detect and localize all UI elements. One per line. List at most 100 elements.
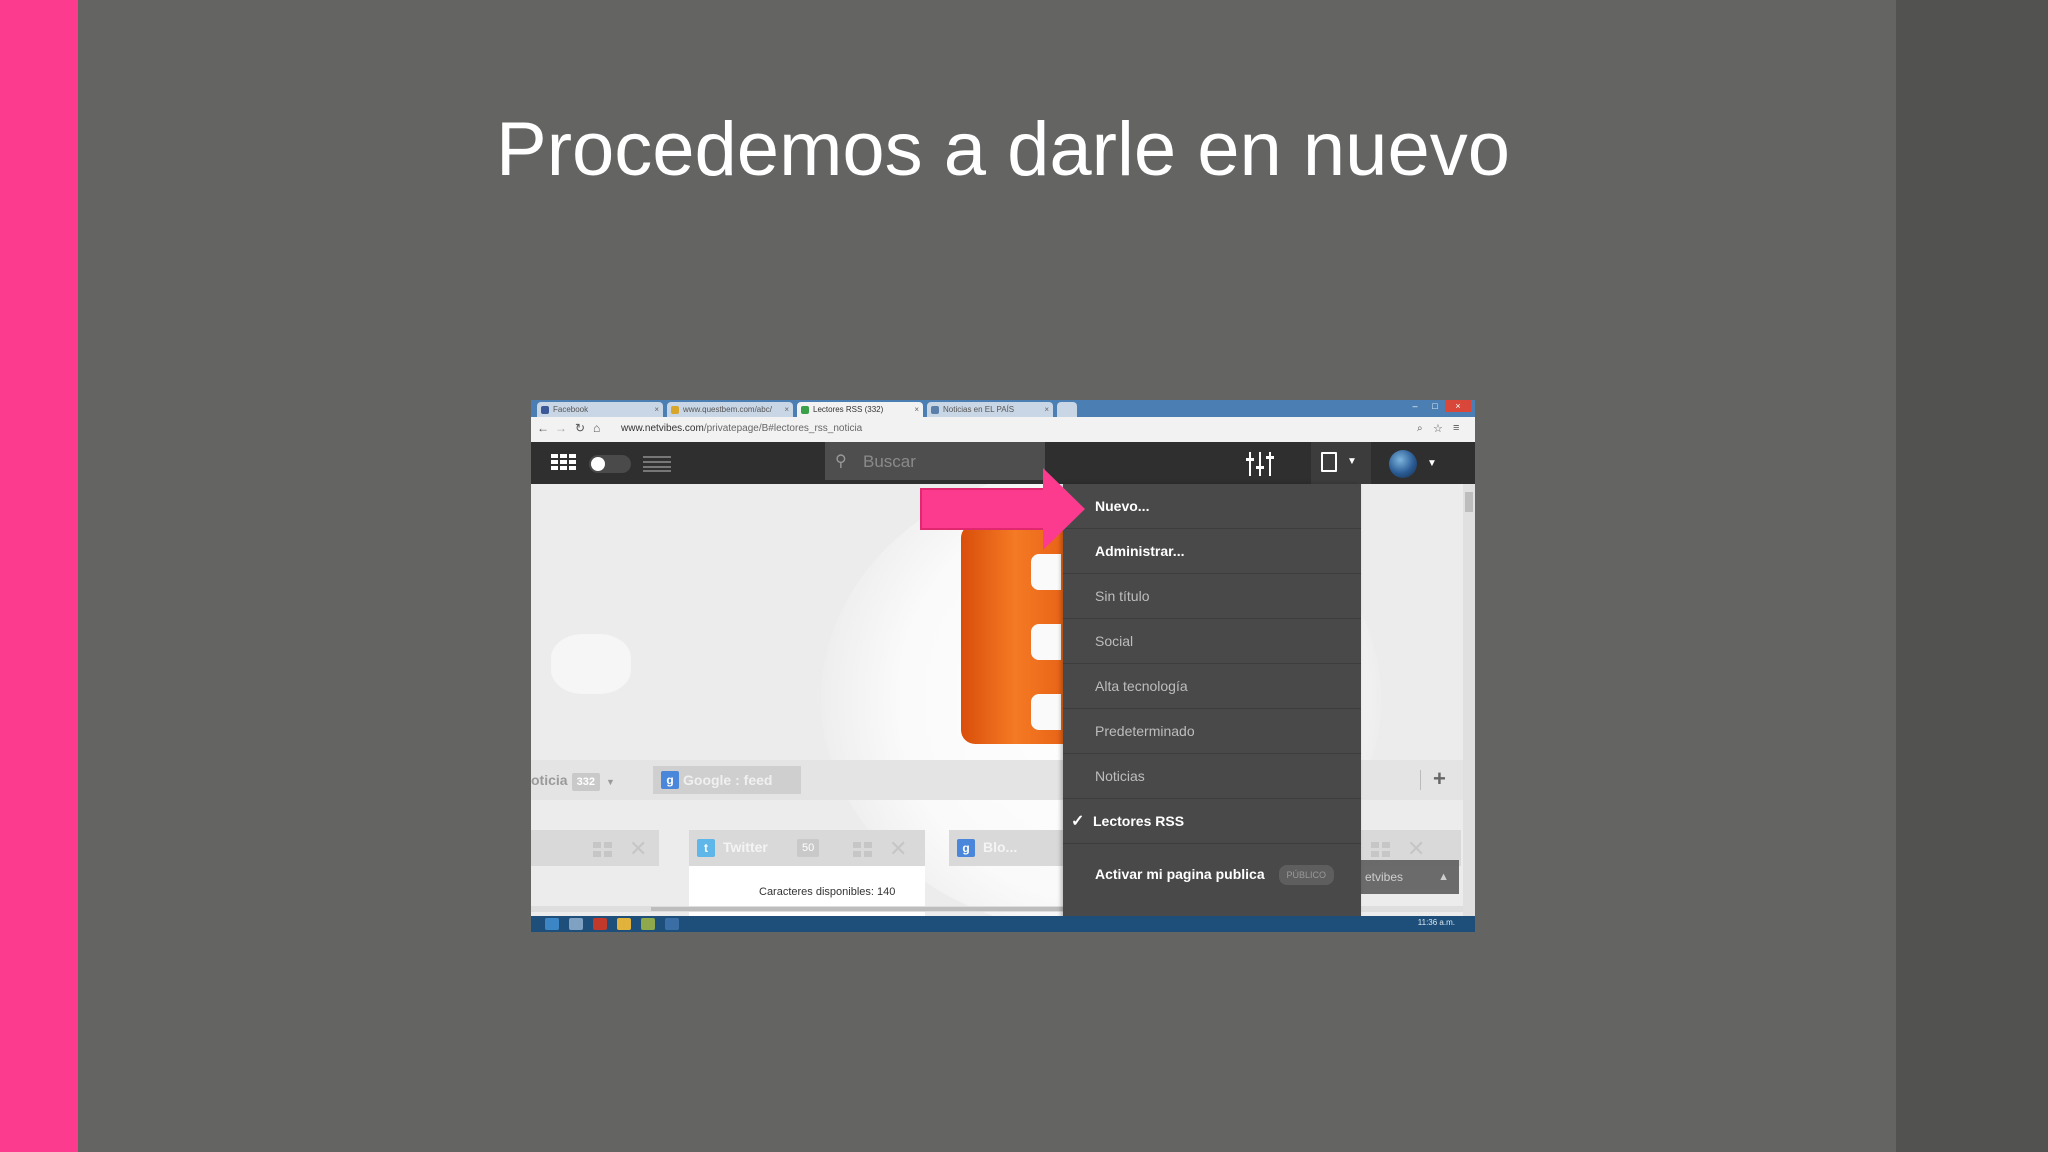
- menu-item-label: Lectores RSS: [1093, 813, 1185, 829]
- browser-tab-strip: Facebook × www.questbem.com/abc/ × Lecto…: [531, 400, 1475, 417]
- menu-item-nuevo[interactable]: Nuevo...: [1063, 484, 1361, 529]
- netvibes-chip[interactable]: etvibes ▲: [1355, 860, 1459, 894]
- pink-accent-bar: [0, 0, 78, 1152]
- twitter-icon: t: [697, 839, 715, 857]
- tab-label: oticia: [531, 772, 568, 788]
- browser-tab-label: Lectores RSS (332): [813, 405, 884, 414]
- address-bar-row: ← → ↻ ⌂ www.netvibes.com/privatepage/B#l…: [531, 417, 1475, 443]
- embedded-screenshot: Facebook × www.questbem.com/abc/ × Lecto…: [531, 400, 1475, 932]
- menu-item-noticias[interactable]: Noticias: [1063, 754, 1361, 799]
- settings-sliders-icon[interactable]: [1246, 452, 1274, 476]
- add-tab-button[interactable]: +: [1433, 766, 1446, 792]
- search-icon: ⚲: [835, 453, 847, 470]
- menu-item-alta-tecnologia[interactable]: Alta tecnología: [1063, 664, 1361, 709]
- g-icon: g: [661, 771, 679, 789]
- tab-google-feed[interactable]: g Google : feed: [653, 766, 801, 794]
- netvibes-chip-label: etvibes: [1365, 870, 1404, 884]
- page-dropdown-menu: Nuevo... Administrar... Sin título Socia…: [1063, 484, 1361, 920]
- avatar[interactable]: [1389, 450, 1417, 478]
- browser-tab-label: www.questbem.com/abc/: [683, 405, 772, 414]
- chevron-down-icon: ▼: [1347, 456, 1357, 467]
- app-icon[interactable]: [665, 918, 679, 930]
- site-favicon-icon: [671, 406, 679, 414]
- slide: Procedemos a darle en nuevo Facebook × w…: [0, 0, 2048, 1152]
- divider: [1420, 770, 1421, 790]
- bookmark-star-icon[interactable]: ☆: [1433, 422, 1443, 435]
- browser-menu-icon[interactable]: ≡: [1453, 422, 1459, 434]
- menu-item-predeterminado[interactable]: Predeterminado: [1063, 709, 1361, 754]
- browser-tab-el-pais[interactable]: Noticias en EL PAÍS ×: [927, 402, 1053, 417]
- close-icon[interactable]: ×: [1044, 402, 1049, 417]
- close-icon[interactable]: ×: [654, 402, 659, 417]
- browser-tab-questbem[interactable]: www.questbem.com/abc/ ×: [667, 402, 793, 417]
- browser-tab-facebook[interactable]: Facebook ×: [537, 402, 663, 417]
- logo-notch: [1031, 554, 1061, 590]
- menu-item-social[interactable]: Social: [1063, 619, 1361, 664]
- home-icon[interactable]: ⌂: [593, 421, 600, 435]
- unread-count-badge: 332: [571, 773, 600, 791]
- back-arrow-icon[interactable]: ←: [537, 421, 549, 435]
- minimize-icon[interactable]: –: [1405, 400, 1425, 412]
- app-icon[interactable]: [641, 918, 655, 930]
- forward-arrow-icon[interactable]: →: [555, 421, 567, 435]
- zoom-icon[interactable]: ⌕: [1417, 423, 1423, 434]
- widget-title: Blo...: [983, 839, 1018, 855]
- browser-tab-lectores-rss[interactable]: Lectores RSS (332) ×: [797, 402, 923, 417]
- widget-grid-icon[interactable]: [593, 842, 613, 858]
- search-input[interactable]: [861, 450, 1035, 474]
- menu-item-lectores-rss[interactable]: ✓ Lectores RSS: [1063, 799, 1361, 844]
- windows-taskbar: 11:36 a.m.: [531, 916, 1475, 932]
- list-view-icon[interactable]: [643, 454, 671, 472]
- menu-item-label: Activar mi pagina publica: [1095, 866, 1265, 882]
- maximize-icon[interactable]: □: [1425, 400, 1445, 412]
- logo-notch: [1031, 624, 1061, 660]
- background-splash: [551, 634, 631, 694]
- page-menu-button[interactable]: ▼: [1311, 442, 1371, 484]
- app-icon[interactable]: [593, 918, 607, 930]
- close-icon[interactable]: ×: [914, 402, 919, 417]
- search-box: ⚲: [825, 442, 1045, 480]
- url-field[interactable]: www.netvibes.com/privatepage/B#lectores_…: [621, 423, 862, 434]
- close-icon[interactable]: ×: [784, 402, 789, 417]
- pink-arrow-body: [920, 488, 1048, 530]
- chrome-icon[interactable]: [617, 918, 631, 930]
- menu-item-activar-pagina-publica[interactable]: Activar mi pagina publica PÚBLICO: [1063, 850, 1361, 898]
- chevron-down-icon[interactable]: ▼: [1427, 458, 1437, 469]
- page-icon: [1321, 452, 1337, 472]
- widget-header-blogger: g Blo...: [949, 830, 1069, 866]
- netvibes-favicon-icon: [801, 406, 809, 414]
- count-badge: 50: [797, 839, 820, 857]
- system-tray-clock: 11:36 a.m.: [1417, 918, 1455, 927]
- grid-view-icon[interactable]: [551, 454, 577, 472]
- toggle-knob: [591, 457, 605, 471]
- vertical-scrollbar[interactable]: [1463, 484, 1475, 920]
- new-tab-button[interactable]: [1057, 402, 1077, 417]
- widget-grid-icon[interactable]: [1371, 842, 1391, 858]
- public-badge: PÚBLICO: [1278, 865, 1335, 886]
- scroll-thumb[interactable]: [1465, 492, 1473, 512]
- window-close-icon[interactable]: ×: [1445, 400, 1471, 412]
- menu-item-sin-titulo[interactable]: Sin título: [1063, 574, 1361, 619]
- explorer-icon[interactable]: [569, 918, 583, 930]
- url-domain: www.netvibes.com: [621, 423, 704, 434]
- tab-label: Google : feed: [683, 772, 773, 788]
- widget-grid-icon[interactable]: [853, 842, 873, 858]
- chevron-down-icon[interactable]: ▼: [606, 777, 615, 787]
- app-toolbar: ⚲ ▼ ▼: [531, 442, 1475, 484]
- close-icon[interactable]: ✕: [1407, 836, 1425, 862]
- close-icon[interactable]: ✕: [889, 836, 907, 862]
- view-toggle[interactable]: [589, 455, 631, 473]
- tab-noticia[interactable]: oticia 332 ▼: [531, 768, 615, 792]
- ie-icon[interactable]: [545, 918, 559, 930]
- pink-arrow-head: [1043, 468, 1085, 550]
- menu-item-administrar[interactable]: Administrar...: [1063, 529, 1361, 574]
- close-icon[interactable]: ✕: [629, 836, 647, 862]
- scroll-thumb[interactable]: [651, 907, 1071, 911]
- slide-title: Procedemos a darle en nuevo: [496, 107, 1510, 192]
- checkmark-icon: ✓: [1071, 813, 1085, 830]
- widget-header-twitter: t Twitter 50 ✕: [689, 830, 925, 866]
- facebook-icon: [541, 406, 549, 414]
- widget-title: Twitter: [723, 839, 768, 855]
- reload-icon[interactable]: ↻: [575, 421, 585, 435]
- chevron-up-icon: ▲: [1438, 871, 1449, 883]
